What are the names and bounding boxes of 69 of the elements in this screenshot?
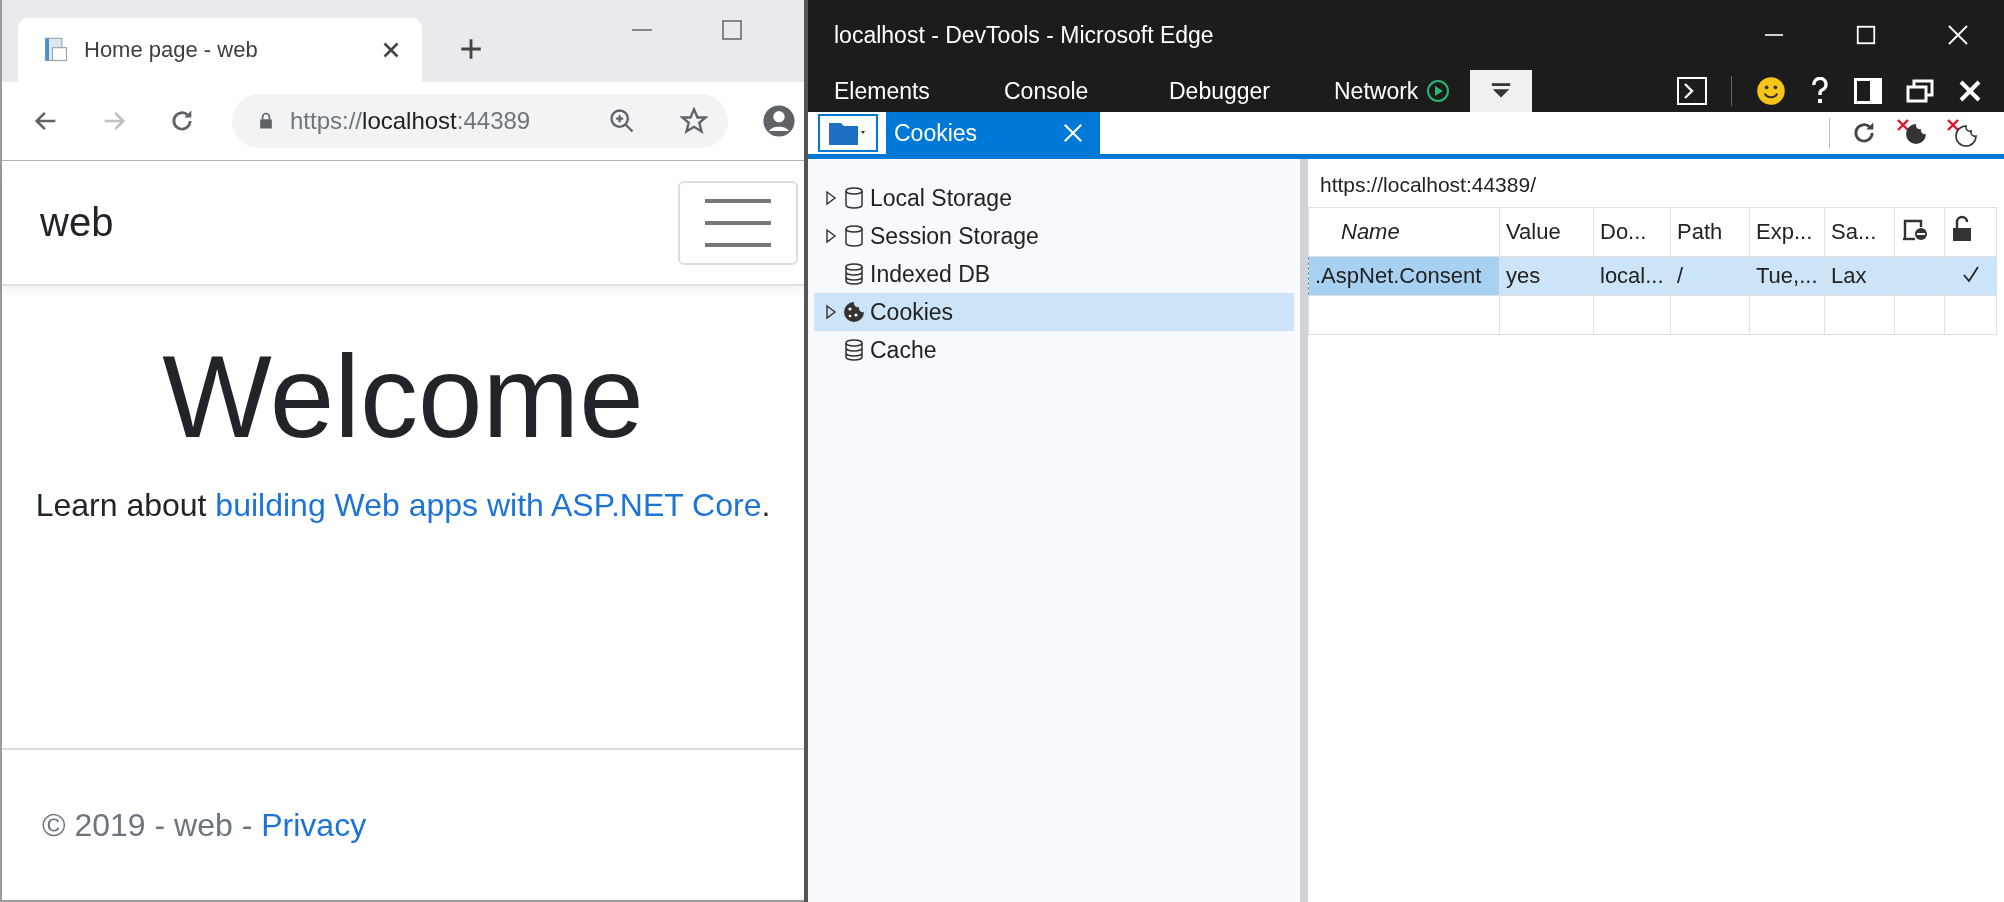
column-header[interactable]: Value <box>1499 207 1594 257</box>
tree-item[interactable]: Cookies <box>814 293 1294 331</box>
delete-session-cookies-icon[interactable] <box>1946 118 1978 148</box>
column-header[interactable]: Name <box>1308 207 1500 257</box>
zoom-icon <box>608 107 636 135</box>
check-icon <box>1961 265 1980 283</box>
cookie-icon <box>842 300 866 324</box>
privacy-link[interactable]: Privacy <box>261 806 367 843</box>
database-icon <box>842 262 866 286</box>
welcome-heading: Welcome <box>162 331 644 464</box>
docs-link[interactable]: building Web apps with ASP.NET Core <box>215 486 762 523</box>
table-cell: local... <box>1593 256 1671 296</box>
tree-item-label: Indexed DB <box>870 260 991 288</box>
devtools-tab[interactable]: Elements <box>814 70 984 112</box>
lock-icon[interactable] <box>1951 215 1973 243</box>
window-title: localhost - DevTools - Microsoft Edge <box>834 21 1215 49</box>
console-icon[interactable] <box>1677 77 1707 105</box>
dock-side-icon[interactable] <box>1854 78 1882 104</box>
tab-title: Home page - web <box>84 37 259 63</box>
new-tab-icon[interactable] <box>458 36 484 62</box>
document-icon <box>42 36 70 64</box>
tree-item[interactable]: Indexed DB <box>814 255 1294 293</box>
tree-item-label: Session Storage <box>870 222 1039 250</box>
expand-icon[interactable] <box>824 303 838 321</box>
column-header[interactable]: Sa... <box>1824 207 1895 257</box>
expand-icon[interactable] <box>824 227 838 245</box>
table-cell: .AspNet.Consent <box>1308 256 1500 296</box>
tree-item[interactable]: Local Storage <box>814 179 1294 217</box>
column-header[interactable]: Path <box>1670 207 1750 257</box>
tree-item-label: Cache <box>870 336 937 364</box>
folder-dropdown[interactable] <box>818 114 878 152</box>
column-header[interactable]: Exp... <box>1749 207 1825 257</box>
footer-text: © 2019 - web - Privacy <box>42 806 367 844</box>
table-cell: Tue,... <box>1749 256 1825 296</box>
folder-icon <box>828 120 868 146</box>
close-icon[interactable] <box>1946 23 1970 47</box>
cookies-tab[interactable]: Cookies <box>886 112 1100 154</box>
help-icon[interactable] <box>1810 77 1830 105</box>
column-header[interactable]: Do... <box>1593 207 1671 257</box>
expand-icon[interactable] <box>824 189 838 207</box>
site-brand[interactable]: web <box>40 200 114 245</box>
menu-button[interactable] <box>678 180 798 265</box>
maximize-icon[interactable] <box>1855 24 1877 46</box>
smiley-icon[interactable] <box>1756 76 1786 106</box>
table-cell: yes <box>1499 256 1594 296</box>
tree-item-label: Cookies <box>870 298 954 326</box>
tree-item-label: Local Storage <box>870 184 1012 212</box>
cylinder-icon <box>842 186 866 210</box>
tree-item[interactable]: Cache <box>814 331 1294 369</box>
more-tools-tab[interactable] <box>1470 70 1533 112</box>
table-cell: / <box>1670 256 1750 296</box>
table-cell: Lax <box>1824 256 1895 296</box>
database-icon <box>842 338 866 362</box>
devtools-tab[interactable]: Debugger <box>1149 70 1314 112</box>
tree-item[interactable]: Session Storage <box>814 217 1294 255</box>
address-bar[interactable]: https://localhost:44389 <box>232 94 728 148</box>
undock-icon[interactable] <box>1906 78 1934 104</box>
menu-icon <box>703 196 773 249</box>
devtools-tab[interactable]: Console <box>984 70 1149 112</box>
origin-url: https://localhost:44389/ <box>1319 172 1537 198</box>
play-icon <box>1426 79 1451 103</box>
close-icon[interactable] <box>1958 79 1982 103</box>
star-icon <box>680 107 708 135</box>
profile-icon[interactable] <box>762 104 796 138</box>
browser-tab[interactable]: Home page - web <box>18 18 422 82</box>
intro-text: Learn about building Web apps with ASP.NET Core. <box>34 485 772 525</box>
devtools-tab[interactable]: Network <box>1314 70 1471 112</box>
url-text: https://localhost:44389 <box>290 107 532 135</box>
cylinder-icon <box>842 224 866 248</box>
